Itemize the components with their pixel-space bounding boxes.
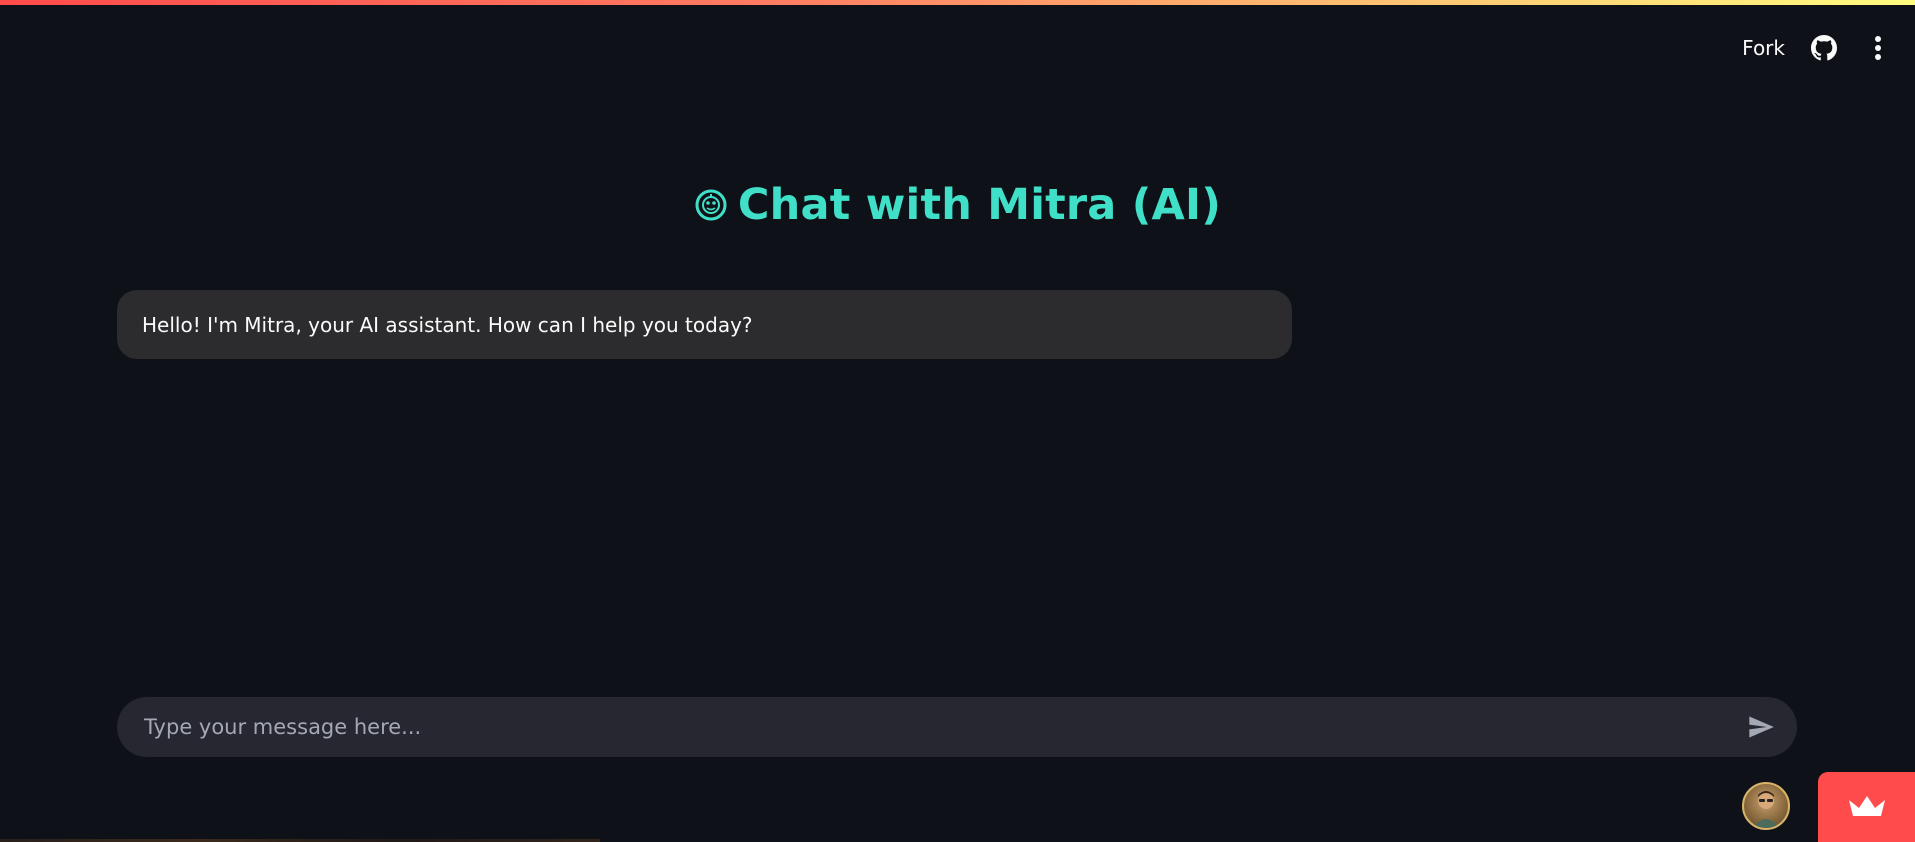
top-decoration-bar (0, 0, 1915, 5)
app-page: Fork Chat with Mitra (AI) Hello! I'm Mit… (0, 0, 1915, 842)
chat-input-container (117, 696, 1797, 758)
header-toolbar: Fork (1742, 30, 1893, 66)
streamlit-crown-icon[interactable] (1818, 772, 1915, 842)
assistant-message-text: Hello! I'm Mitra, your AI assistant. How… (142, 312, 753, 337)
robot-face-icon (694, 188, 728, 222)
chat-message-input[interactable] (142, 696, 1743, 758)
fork-link[interactable]: Fork (1742, 36, 1785, 60)
user-avatar[interactable] (1742, 782, 1790, 830)
assistant-message-bubble: Hello! I'm Mitra, your AI assistant. How… (117, 290, 1292, 359)
title-row: Chat with Mitra (AI) (0, 180, 1915, 230)
send-arrow-icon[interactable] (1743, 709, 1779, 745)
kebab-menu-icon[interactable] (1863, 33, 1893, 63)
github-icon[interactable] (1809, 33, 1839, 63)
page-title: Chat with Mitra (AI) (737, 180, 1222, 230)
